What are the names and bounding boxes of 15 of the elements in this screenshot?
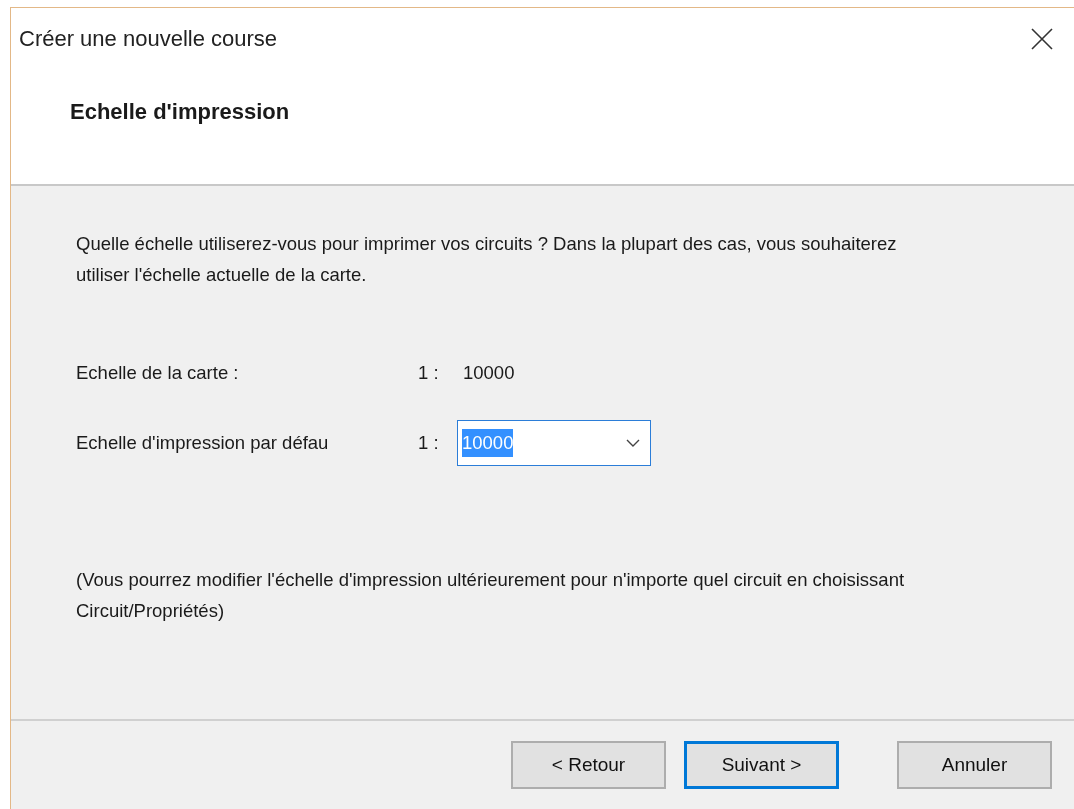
note-text: (Vous pourrez modifier l'échelle d'impression ultérieurement pour n'importe quel circuit en choisissant Circuit/Propriétés): [76, 568, 906, 623]
close-icon: [1030, 27, 1054, 52]
wizard-button[interactable]: Suivant >: [684, 741, 839, 789]
scale-value: 10000: [463, 361, 515, 386]
instruction-text: Quelle échelle utiliserez-vous pour imprimer vos circuits ? Dans la plupart des cas, vous souhaiterez utiliser l'échelle actuelle de la carte.: [76, 232, 898, 287]
scale-prefix: 1 :: [418, 431, 440, 456]
field-label: Echelle d'impression par défau: [76, 431, 330, 456]
close-button[interactable]: [1030, 26, 1054, 51]
wizard-button[interactable]: < Retour: [511, 741, 666, 789]
window-title: Créer une nouvelle course: [19, 25, 278, 53]
field-label: Echelle de la carte :: [76, 361, 240, 386]
chevron-down-icon: [626, 439, 640, 447]
page-heading: Echelle d'impression: [70, 98, 291, 126]
scale-prefix: 1 :: [418, 361, 440, 386]
wizard-button[interactable]: Annuler: [897, 741, 1052, 789]
